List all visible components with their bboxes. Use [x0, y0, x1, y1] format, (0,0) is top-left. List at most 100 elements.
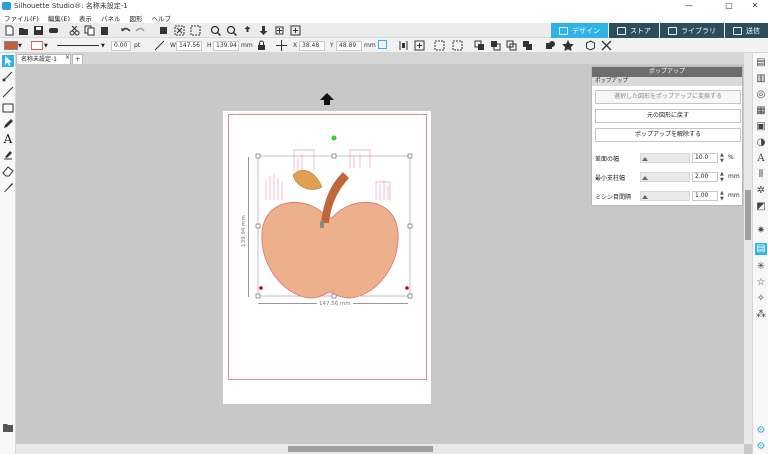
x-input[interactable]: 38.48 [299, 41, 325, 51]
cut-icon[interactable] [69, 25, 80, 36]
delete-icon[interactable] [601, 40, 612, 51]
page-settings-icon[interactable]: ▤ [755, 57, 767, 69]
ungroup-icon[interactable] [452, 40, 463, 51]
cutter-icon[interactable] [48, 25, 59, 36]
face-width-slider[interactable] [640, 153, 690, 163]
tab-library[interactable]: ライブラリ [660, 23, 724, 38]
new-file-icon[interactable] [4, 25, 15, 36]
send-backward-icon[interactable] [522, 40, 533, 51]
width-input[interactable]: 147.56 [176, 41, 202, 51]
menu-edit[interactable]: 編集(E) [48, 13, 70, 23]
edit-points-icon[interactable] [190, 25, 201, 36]
horizontal-scroll-thumb[interactable] [288, 446, 433, 452]
add-tab-button[interactable]: + [72, 54, 83, 64]
3d-box-icon[interactable] [585, 40, 596, 51]
redo-icon[interactable] [135, 25, 146, 36]
apple-design[interactable] [230, 130, 430, 320]
minimize-button[interactable]: — [676, 0, 702, 12]
library-folder-icon[interactable] [2, 421, 14, 433]
replicate-icon[interactable]: ✲ [755, 185, 767, 197]
center-icon[interactable] [414, 40, 425, 51]
add-page-icon[interactable] [290, 25, 301, 36]
min-strut-slider[interactable] [640, 172, 690, 182]
min-strut-input[interactable]: 2.00 [692, 172, 718, 182]
offset-icon[interactable]: ✷ [755, 225, 767, 237]
eraser-tool-icon[interactable] [2, 165, 14, 177]
text-tool-icon[interactable]: A [2, 133, 14, 145]
page-up-arrow-icon[interactable] [320, 93, 334, 105]
pencil-tool-icon[interactable] [2, 118, 14, 130]
pattern-icon[interactable]: ▦ [755, 105, 767, 117]
vertical-scrollbar[interactable] [744, 53, 752, 444]
min-strut-stepper[interactable]: ▲ ▼ [720, 171, 724, 183]
align-panel-icon[interactable]: ⫴ [755, 169, 767, 181]
menu-view[interactable]: 表示 [79, 13, 92, 23]
line-style-dropdown-icon[interactable]: ▼ [101, 43, 105, 49]
transform-icon[interactable]: ✳ [755, 261, 767, 273]
face-width-stepper[interactable]: ▲ ▼ [720, 152, 724, 164]
release-popup-button[interactable]: ポップアップを解除する [595, 128, 741, 142]
perforation-stepper[interactable]: ▲ ▼ [720, 190, 724, 202]
face-width-input[interactable]: 10.0 [692, 153, 718, 163]
weld-icon[interactable] [545, 40, 556, 51]
arrow-down-icon[interactable] [258, 25, 269, 36]
perforation-input[interactable]: 1.00 [692, 191, 718, 201]
close-tab-button[interactable]: × [65, 54, 70, 61]
group-icon[interactable] [434, 40, 445, 51]
close-window-button[interactable]: ✕ [742, 0, 768, 12]
tab-send[interactable]: 送信 [725, 23, 768, 38]
tab-store[interactable]: ストア [609, 23, 659, 38]
document-tab[interactable]: 名称未設定-1 [16, 54, 71, 64]
align-icon[interactable] [398, 40, 409, 51]
convert-popup-button[interactable]: 選択した図形をポップアップに変換する [595, 90, 741, 104]
undo-icon[interactable] [120, 25, 131, 36]
paste-icon[interactable] [99, 25, 110, 36]
text-panel-icon[interactable]: A [755, 153, 767, 165]
menu-file[interactable]: ファイル(F) [4, 13, 39, 23]
modify-icon[interactable]: ◩ [755, 201, 767, 213]
line-color-swatch[interactable] [31, 41, 43, 50]
bring-forward-icon[interactable] [506, 40, 517, 51]
menu-panel[interactable]: パネル [101, 13, 121, 23]
zoom-in-icon[interactable] [210, 25, 221, 36]
vertical-scroll-thumb[interactable] [745, 190, 751, 240]
fill-panel-icon[interactable]: ▣ [755, 121, 767, 133]
line-draw-icon[interactable] [2, 86, 14, 98]
line-tool-icon[interactable] [154, 40, 165, 51]
rotate-handle[interactable] [331, 135, 337, 141]
knife-tool-icon[interactable] [2, 181, 14, 193]
fill-color-swatch[interactable] [4, 41, 18, 50]
menu-shape[interactable]: 図形 [130, 13, 143, 23]
line-dropdown-icon[interactable]: ▼ [44, 43, 48, 49]
lock-icon[interactable] [257, 40, 266, 51]
settings-gear-2-icon[interactable]: ⚙ [755, 441, 767, 453]
maximize-button[interactable]: □ [716, 0, 742, 12]
open-folder-icon[interactable] [18, 25, 29, 36]
rectangle-tool-icon[interactable] [2, 102, 14, 114]
edit-point-tool-icon[interactable] [2, 70, 14, 82]
deselect-icon[interactable] [174, 25, 185, 36]
restore-shape-button[interactable]: 元の図形に戻す [595, 109, 741, 123]
stars-icon[interactable]: ✧ [755, 293, 767, 305]
y-input[interactable]: 48.89 [336, 41, 362, 51]
contrast-icon[interactable]: ◑ [755, 137, 767, 149]
perforation-slider[interactable] [640, 191, 690, 201]
move-icon[interactable] [276, 40, 287, 51]
zoom-out-icon[interactable] [226, 25, 237, 36]
copy-icon[interactable] [84, 25, 95, 36]
line-width-input[interactable]: 0.00 [111, 41, 131, 51]
send-back-icon[interactable] [490, 40, 501, 51]
sketch-icon[interactable]: ⁂ [755, 309, 767, 321]
panel-header[interactable]: ポップアップ [592, 67, 742, 77]
anchor-icon[interactable] [378, 40, 387, 49]
bring-front-icon[interactable] [474, 40, 485, 51]
save-icon[interactable] [33, 25, 44, 36]
settings-gear-icon[interactable]: ⚙ [755, 425, 767, 437]
star-icon[interactable] [562, 40, 574, 51]
select-all-icon[interactable] [158, 25, 169, 36]
popup-panel-icon[interactable]: ▤ [755, 243, 767, 255]
menu-help[interactable]: ヘルプ [152, 13, 172, 23]
library-icon[interactable]: ▥ [755, 73, 767, 85]
fit-page-icon[interactable] [274, 25, 285, 36]
line-style-preview[interactable] [57, 45, 99, 46]
